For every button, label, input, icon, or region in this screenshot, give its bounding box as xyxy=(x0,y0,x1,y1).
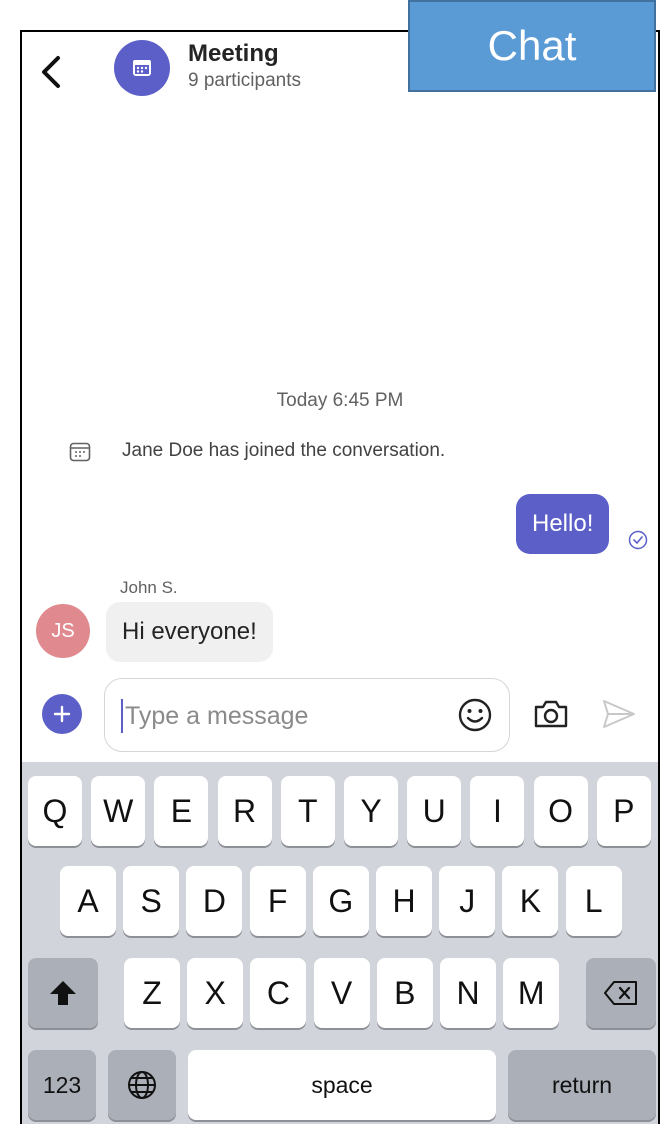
key-m[interactable]: M xyxy=(503,958,560,1028)
globe-icon xyxy=(128,1071,156,1099)
participant-count: 9 participants xyxy=(188,70,302,91)
annotation-label: Chat xyxy=(408,0,656,92)
space-key[interactable]: space xyxy=(188,1050,496,1120)
key-a[interactable]: A xyxy=(60,866,116,936)
key-x[interactable]: X xyxy=(187,958,244,1028)
key-p[interactable]: P xyxy=(596,776,651,846)
incoming-message-text: Hi everyone! xyxy=(122,618,257,645)
send-icon xyxy=(603,700,635,728)
return-key-label: return xyxy=(551,1071,613,1098)
avatar-initials: JS xyxy=(51,619,75,642)
sender-name: John S. xyxy=(120,578,178,597)
space-key-label: space xyxy=(311,1071,373,1098)
key-i[interactable]: I xyxy=(470,776,525,846)
key-l[interactable]: L xyxy=(565,866,622,936)
key-c[interactable]: C xyxy=(250,958,307,1028)
key-u[interactable]: U xyxy=(407,776,462,846)
shift-icon xyxy=(50,981,76,1005)
key-o[interactable]: O xyxy=(533,776,588,846)
emoji-button[interactable] xyxy=(457,697,493,738)
outgoing-message[interactable]: Hello! xyxy=(516,494,610,554)
key-j[interactable]: J xyxy=(439,866,496,936)
shift-key[interactable] xyxy=(28,958,98,1028)
text-caret xyxy=(121,699,123,733)
camera-icon xyxy=(534,700,568,728)
send-button[interactable] xyxy=(600,696,638,737)
key-h[interactable]: H xyxy=(376,866,432,936)
system-message: Jane Doe has joined the conversation. xyxy=(122,440,446,461)
key-r[interactable]: R xyxy=(217,776,272,846)
key-z[interactable]: Z xyxy=(124,958,180,1028)
avatar[interactable]: JS xyxy=(36,604,90,658)
numbers-key[interactable]: 123 xyxy=(28,1050,96,1120)
globe-key[interactable] xyxy=(108,1050,176,1120)
chat-screen: Meeting 9 participants Today 6:45 PM Jan… xyxy=(20,30,660,1124)
read-receipt-check-icon xyxy=(628,530,648,555)
key-q[interactable]: Q xyxy=(28,776,82,846)
key-v[interactable]: V xyxy=(313,958,370,1028)
chat-title[interactable]: Meeting xyxy=(188,40,279,68)
system-calendar-icon xyxy=(68,440,92,469)
key-s[interactable]: S xyxy=(123,866,180,936)
key-g[interactable]: G xyxy=(312,866,369,936)
key-y[interactable]: Y xyxy=(344,776,398,846)
incoming-message[interactable]: Hi everyone! xyxy=(106,602,273,662)
key-b[interactable]: B xyxy=(376,958,433,1028)
emoji-icon xyxy=(458,698,492,732)
calendar-icon xyxy=(133,60,151,76)
key-t[interactable]: T xyxy=(280,776,335,846)
meeting-avatar[interactable] xyxy=(114,40,170,96)
numbers-key-label: 123 xyxy=(42,1071,82,1098)
on-screen-keyboard: QWERTYUIOP ASDFGHJKL ZXCVBNM 123 space r… xyxy=(22,762,658,1124)
key-f[interactable]: F xyxy=(249,866,306,936)
message-timestamp: Today 6:45 PM xyxy=(276,390,404,411)
key-e[interactable]: E xyxy=(154,776,209,846)
key-w[interactable]: W xyxy=(91,776,146,846)
message-input[interactable]: Type a message xyxy=(104,678,510,752)
outgoing-message-text: Hello! xyxy=(532,510,594,537)
backspace-key[interactable] xyxy=(586,958,656,1028)
back-chevron-icon xyxy=(42,56,60,88)
key-n[interactable]: N xyxy=(440,958,496,1028)
back-button[interactable] xyxy=(36,52,66,92)
message-input-placeholder: Type a message xyxy=(125,702,309,730)
key-k[interactable]: K xyxy=(502,866,559,936)
return-key[interactable]: return xyxy=(508,1050,656,1120)
key-d[interactable]: D xyxy=(186,866,243,936)
backspace-icon xyxy=(604,981,637,1005)
plus-icon xyxy=(53,705,71,723)
add-attachment-button[interactable] xyxy=(42,694,82,734)
camera-button[interactable] xyxy=(532,696,570,737)
